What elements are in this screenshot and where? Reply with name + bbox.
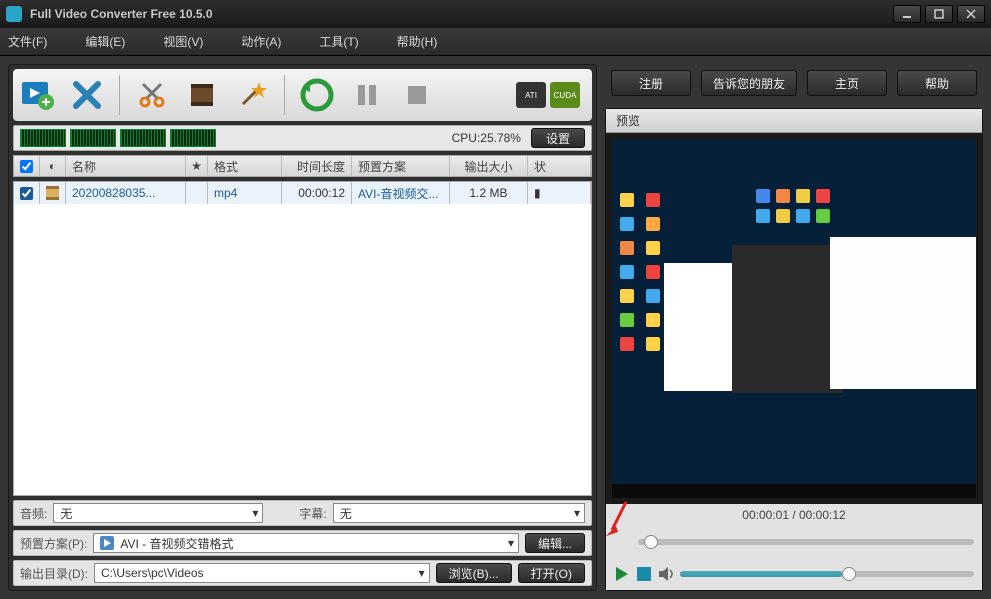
output-dir-field[interactable]: C:\Users\pc\Videos <box>94 563 430 583</box>
settings-button[interactable]: 设置 <box>531 128 585 148</box>
add-video-icon[interactable] <box>19 77 55 113</box>
type-icon-header[interactable]: ◐ <box>40 156 66 176</box>
cell-status: ▮ <box>528 182 591 204</box>
cell-duration: 00:00:12 <box>282 182 352 204</box>
cpu-graph <box>70 129 116 147</box>
play-button-icon[interactable] <box>614 566 630 582</box>
arrow-annotation-icon <box>606 500 630 536</box>
open-button[interactable]: 打开(O) <box>518 563 585 583</box>
cpu-graph <box>120 129 166 147</box>
tell-friends-button[interactable]: 告诉您的朋友 <box>701 70 797 96</box>
preview-panel: 预览 00:00:01 / 00:00:12 <box>605 108 983 591</box>
close-button[interactable] <box>957 5 985 23</box>
cpu-graph <box>20 129 66 147</box>
volume-slider[interactable] <box>680 571 974 577</box>
help-button[interactable]: 帮助 <box>897 70 977 96</box>
output-dir-row: 输出目录(D): C:\Users\pc\Videos 浏览(B)... 打开(… <box>13 560 592 586</box>
row-checkbox[interactable] <box>20 187 33 200</box>
col-name[interactable]: 名称 <box>66 156 186 176</box>
preset-row: 预置方案(P): AVI - 音视频交错格式 编辑... <box>13 530 592 556</box>
titlebar: Full Video Converter Free 10.5.0 <box>0 0 991 28</box>
cpu-graph <box>170 129 216 147</box>
window-title: Full Video Converter Free 10.5.0 <box>30 7 893 21</box>
cell-name: 20200828035... <box>66 182 186 204</box>
col-outsize[interactable]: 输出大小 <box>450 156 528 176</box>
app-window: Full Video Converter Free 10.5.0 文件(F) 编… <box>0 0 991 599</box>
col-preset[interactable]: 预置方案 <box>352 156 450 176</box>
right-panel: 注册 告诉您的朋友 主页 帮助 预览 00:00:01 <box>605 64 983 591</box>
menu-action[interactable]: 动作(A) <box>241 33 281 50</box>
left-panel: ATI CUDA CPU:25.78% 设置 ◐ 名称 ★ 格式 <box>8 64 597 591</box>
subtitle-label: 字幕: <box>299 505 326 522</box>
app-icon <box>6 6 22 22</box>
file-list[interactable]: 20200828035... mp4 00:00:12 AVI-音视频交... … <box>13 181 592 496</box>
subtitle-select[interactable]: 无 <box>333 503 585 523</box>
cuda-badge: CUDA <box>550 82 580 108</box>
trim-slider[interactable] <box>638 539 974 545</box>
audio-subtitle-row: 音频: 无 字幕: 无 <box>13 500 592 526</box>
action-row: 注册 告诉您的朋友 主页 帮助 <box>605 64 983 102</box>
stop-button-icon[interactable] <box>636 566 652 582</box>
menu-edit[interactable]: 编辑(E) <box>85 33 125 50</box>
pause-icon[interactable] <box>349 77 385 113</box>
cpu-row: CPU:25.78% 设置 <box>13 125 592 151</box>
filmstrip-icon[interactable] <box>184 77 220 113</box>
volume-icon[interactable] <box>658 566 674 582</box>
audio-label: 音频: <box>20 505 47 522</box>
preview-canvas[interactable] <box>612 139 976 498</box>
col-star[interactable]: ★ <box>186 156 208 176</box>
file-icon <box>40 182 66 204</box>
convert-icon[interactable] <box>299 77 335 113</box>
preview-frame <box>612 139 976 498</box>
preview-title: 预览 <box>606 109 982 133</box>
register-button[interactable]: 注册 <box>611 70 691 96</box>
remove-icon[interactable] <box>69 77 105 113</box>
select-all-checkbox[interactable] <box>20 160 33 173</box>
preset-icon <box>100 536 114 550</box>
preset-label: 预置方案(P): <box>20 535 87 552</box>
menu-file[interactable]: 文件(F) <box>8 33 47 50</box>
browse-button[interactable]: 浏览(B)... <box>436 563 512 583</box>
col-duration[interactable]: 时间长度 <box>282 156 352 176</box>
ati-badge: ATI <box>516 82 546 108</box>
stop-icon[interactable] <box>399 77 435 113</box>
cell-format: mp4 <box>208 182 282 204</box>
cpu-label: CPU:25.78% <box>452 131 521 145</box>
col-format[interactable]: 格式 <box>208 156 282 176</box>
cell-star <box>186 182 208 204</box>
homepage-button[interactable]: 主页 <box>807 70 887 96</box>
menubar: 文件(F) 编辑(E) 视图(V) 动作(A) 工具(T) 帮助(H) <box>0 28 991 56</box>
minimize-button[interactable] <box>893 5 921 23</box>
maximize-button[interactable] <box>925 5 953 23</box>
scissors-icon[interactable] <box>134 77 170 113</box>
playback-controls <box>606 558 982 590</box>
menu-view[interactable]: 视图(V) <box>163 33 203 50</box>
toolbar: ATI CUDA <box>13 69 592 121</box>
col-status[interactable]: 状 <box>528 156 591 176</box>
audio-select[interactable]: 无 <box>53 503 263 523</box>
trim-row <box>606 526 982 558</box>
cell-outsize: 1.2 MB <box>450 182 528 204</box>
cell-preset: AVI-音视频交... <box>352 182 450 204</box>
wand-icon[interactable] <box>234 77 270 113</box>
preset-select[interactable]: AVI - 音视频交错格式 <box>93 533 519 553</box>
edit-preset-button[interactable]: 编辑... <box>525 533 585 553</box>
table-row[interactable]: 20200828035... mp4 00:00:12 AVI-音视频交... … <box>14 182 591 204</box>
preview-time: 00:00:01 / 00:00:12 <box>606 504 982 526</box>
list-header: ◐ 名称 ★ 格式 时间长度 预置方案 输出大小 状 <box>13 155 592 177</box>
outdir-label: 输出目录(D): <box>20 565 88 582</box>
menu-tools[interactable]: 工具(T) <box>319 33 358 50</box>
menu-help[interactable]: 帮助(H) <box>397 33 438 50</box>
